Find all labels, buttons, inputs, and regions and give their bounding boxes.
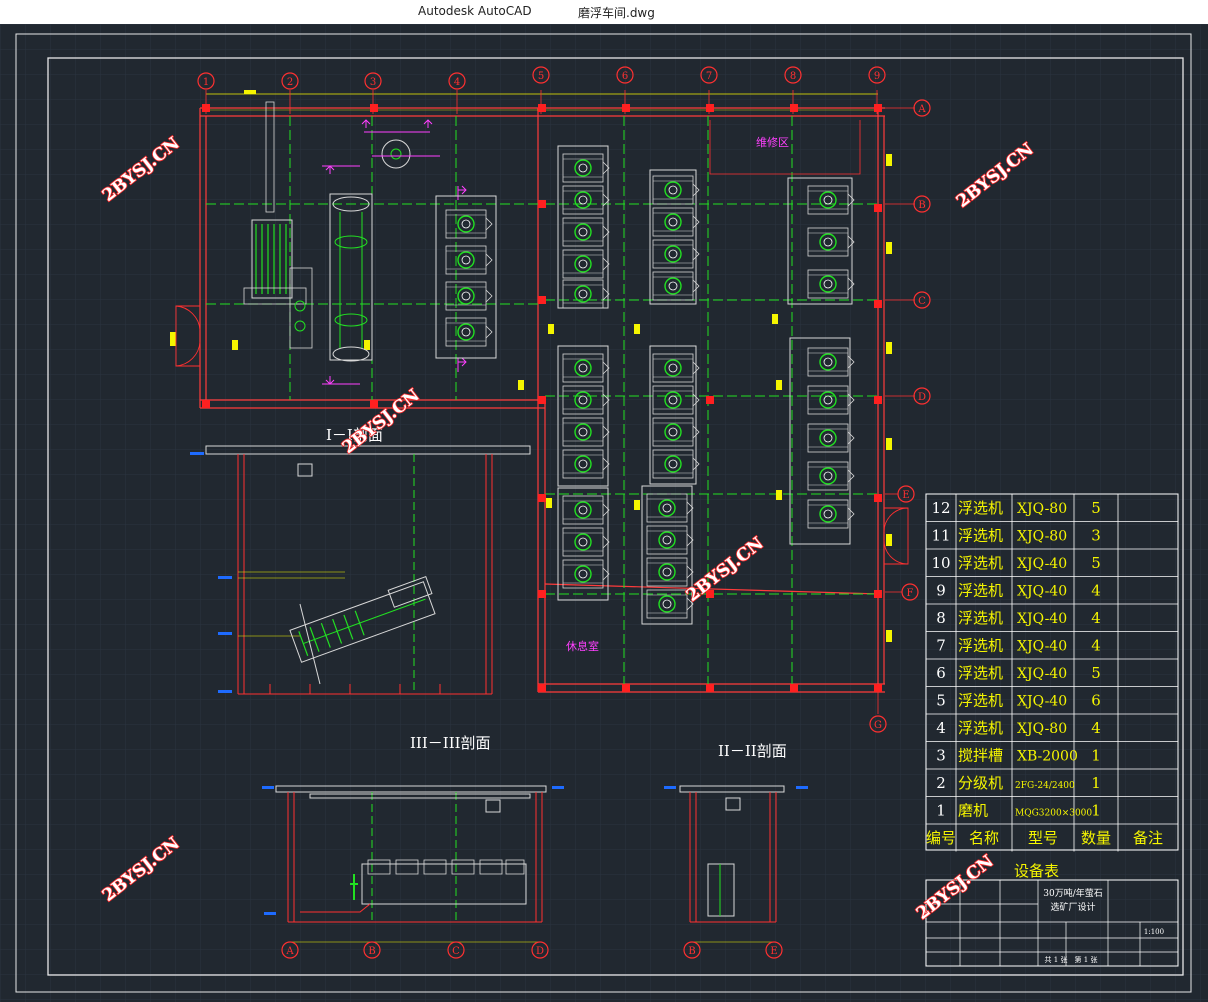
equipment-row-name: 浮选机 <box>958 554 1003 572</box>
equipment-row-number: 9 <box>936 582 946 600</box>
equipment-row-name: 浮选机 <box>958 499 1003 517</box>
equipment-row-model: XJQ-40 <box>1017 694 1067 710</box>
section-3-title: III－III剖面 <box>410 734 491 752</box>
header-name: 名称 <box>969 829 999 847</box>
drawing-canvas[interactable]: 1 2 3 4 5 6 7 8 9 A B C D E F G 维修区 休息室 … <box>0 24 1208 1002</box>
project-name-line-2: 选矿厂设计 <box>1050 901 1095 913</box>
header-quantity: 数量 <box>1081 829 1111 847</box>
equipment-row-name: 浮选机 <box>958 637 1003 655</box>
equipment-row-model: XJQ-80 <box>1017 721 1067 737</box>
project-name-line-1: 30万吨/年萤石 <box>1043 887 1103 899</box>
axis-col-7: 7 <box>706 71 712 82</box>
axis-col-3: 3 <box>370 77 376 88</box>
axis-row-a: A <box>917 104 926 115</box>
equipment-row-quantity: 3 <box>1091 527 1101 545</box>
equipment-row-name: 浮选机 <box>958 664 1003 682</box>
equipment-row-model: XJQ-40 <box>1017 666 1067 682</box>
equipment-row-number: 11 <box>931 527 950 545</box>
section2-axis-b: B <box>688 946 695 957</box>
equipment-row-model: XJQ-80 <box>1017 529 1067 545</box>
equipment-row-quantity: 1 <box>1091 774 1101 792</box>
app-name: Autodesk AutoCAD <box>418 4 532 18</box>
header-model: 型号 <box>1028 829 1058 847</box>
equipment-row-model: XB-2000 <box>1017 749 1078 765</box>
equipment-row-quantity: 1 <box>1091 802 1101 820</box>
equipment-row-number: 12 <box>931 499 950 517</box>
axis-col-5: 5 <box>538 71 544 82</box>
sheet-total: 共 1 张 <box>1045 955 1068 964</box>
axis-col-8: 8 <box>790 71 796 82</box>
axis-row-g: G <box>874 720 882 731</box>
equipment-row-number: 2 <box>936 774 946 792</box>
axis-row-e: E <box>902 490 909 501</box>
axis-col-6: 6 <box>622 71 628 82</box>
section3-axis-c: C <box>452 946 460 957</box>
header-number: 编号 <box>926 829 956 847</box>
equipment-row-quantity: 5 <box>1091 664 1101 682</box>
axis-row-d: D <box>918 392 926 403</box>
section3-axis-a: A <box>285 946 294 957</box>
equipment-row-quantity: 4 <box>1091 637 1101 655</box>
equipment-row-number: 6 <box>936 664 946 682</box>
equipment-row-number: 4 <box>936 719 946 737</box>
rest-room-label: 休息室 <box>566 639 599 653</box>
axis-col-4: 4 <box>454 77 460 88</box>
equipment-row-number: 1 <box>936 802 946 820</box>
equipment-row-model: XJQ-80 <box>1017 501 1067 517</box>
maintenance-area-label: 维修区 <box>756 135 789 149</box>
axis-row-b: B <box>918 200 925 211</box>
axis-col-9: 9 <box>874 71 880 82</box>
equipment-row-quantity: 4 <box>1091 582 1101 600</box>
equipment-row-name: 浮选机 <box>958 582 1003 600</box>
drawing-scale: 1:100 <box>1144 928 1164 936</box>
equipment-row-model: 2FG-24/2400 <box>1015 781 1075 791</box>
axis-col-1: 1 <box>203 77 209 88</box>
equipment-row-number: 8 <box>936 609 946 627</box>
equipment-row-name: 磨机 <box>958 802 988 820</box>
equipment-row-number: 3 <box>936 747 946 765</box>
equipment-row-quantity: 4 <box>1091 719 1101 737</box>
equipment-row-name: 浮选机 <box>958 609 1003 627</box>
section2-axis-e: E <box>770 946 777 957</box>
section-2-title: II－II剖面 <box>718 742 787 760</box>
equipment-row-quantity: 1 <box>1091 747 1101 765</box>
equipment-row-name: 搅拌槽 <box>958 747 1003 765</box>
equipment-row-model: XJQ-40 <box>1017 611 1067 627</box>
equipment-row-name: 浮选机 <box>958 719 1003 737</box>
equipment-row-name: 浮选机 <box>958 692 1003 710</box>
sheet-number: 第 1 张 <box>1075 955 1098 964</box>
equipment-row-model: XJQ-40 <box>1017 584 1067 600</box>
section3-axis-b: B <box>368 946 375 957</box>
equipment-row-quantity: 6 <box>1091 692 1101 710</box>
header-note: 备注 <box>1133 829 1163 847</box>
equipment-row-quantity: 5 <box>1091 554 1101 572</box>
application-title-bar: Autodesk AutoCAD 磨浮车间.dwg <box>0 0 1208 25</box>
equipment-row-number: 10 <box>931 554 950 572</box>
equipment-row-model: XJQ-40 <box>1017 639 1067 655</box>
axis-col-2: 2 <box>287 77 293 88</box>
axis-row-f: F <box>907 588 914 599</box>
equipment-row-model: XJQ-40 <box>1017 556 1067 572</box>
section3-axis-d: D <box>536 946 544 957</box>
equipment-row-model: MQG3200×3000 <box>1015 809 1092 819</box>
equipment-row-number: 5 <box>936 692 946 710</box>
equipment-row-number: 7 <box>936 637 946 655</box>
document-tab-name[interactable]: 磨浮车间.dwg <box>578 4 655 21</box>
equipment-table-title: 设备表 <box>1014 862 1059 880</box>
equipment-row-name: 分级机 <box>958 774 1003 792</box>
equipment-row-quantity: 4 <box>1091 609 1101 627</box>
equipment-row-name: 浮选机 <box>958 527 1003 545</box>
axis-row-c: C <box>918 296 926 307</box>
equipment-row-quantity: 5 <box>1091 499 1101 517</box>
